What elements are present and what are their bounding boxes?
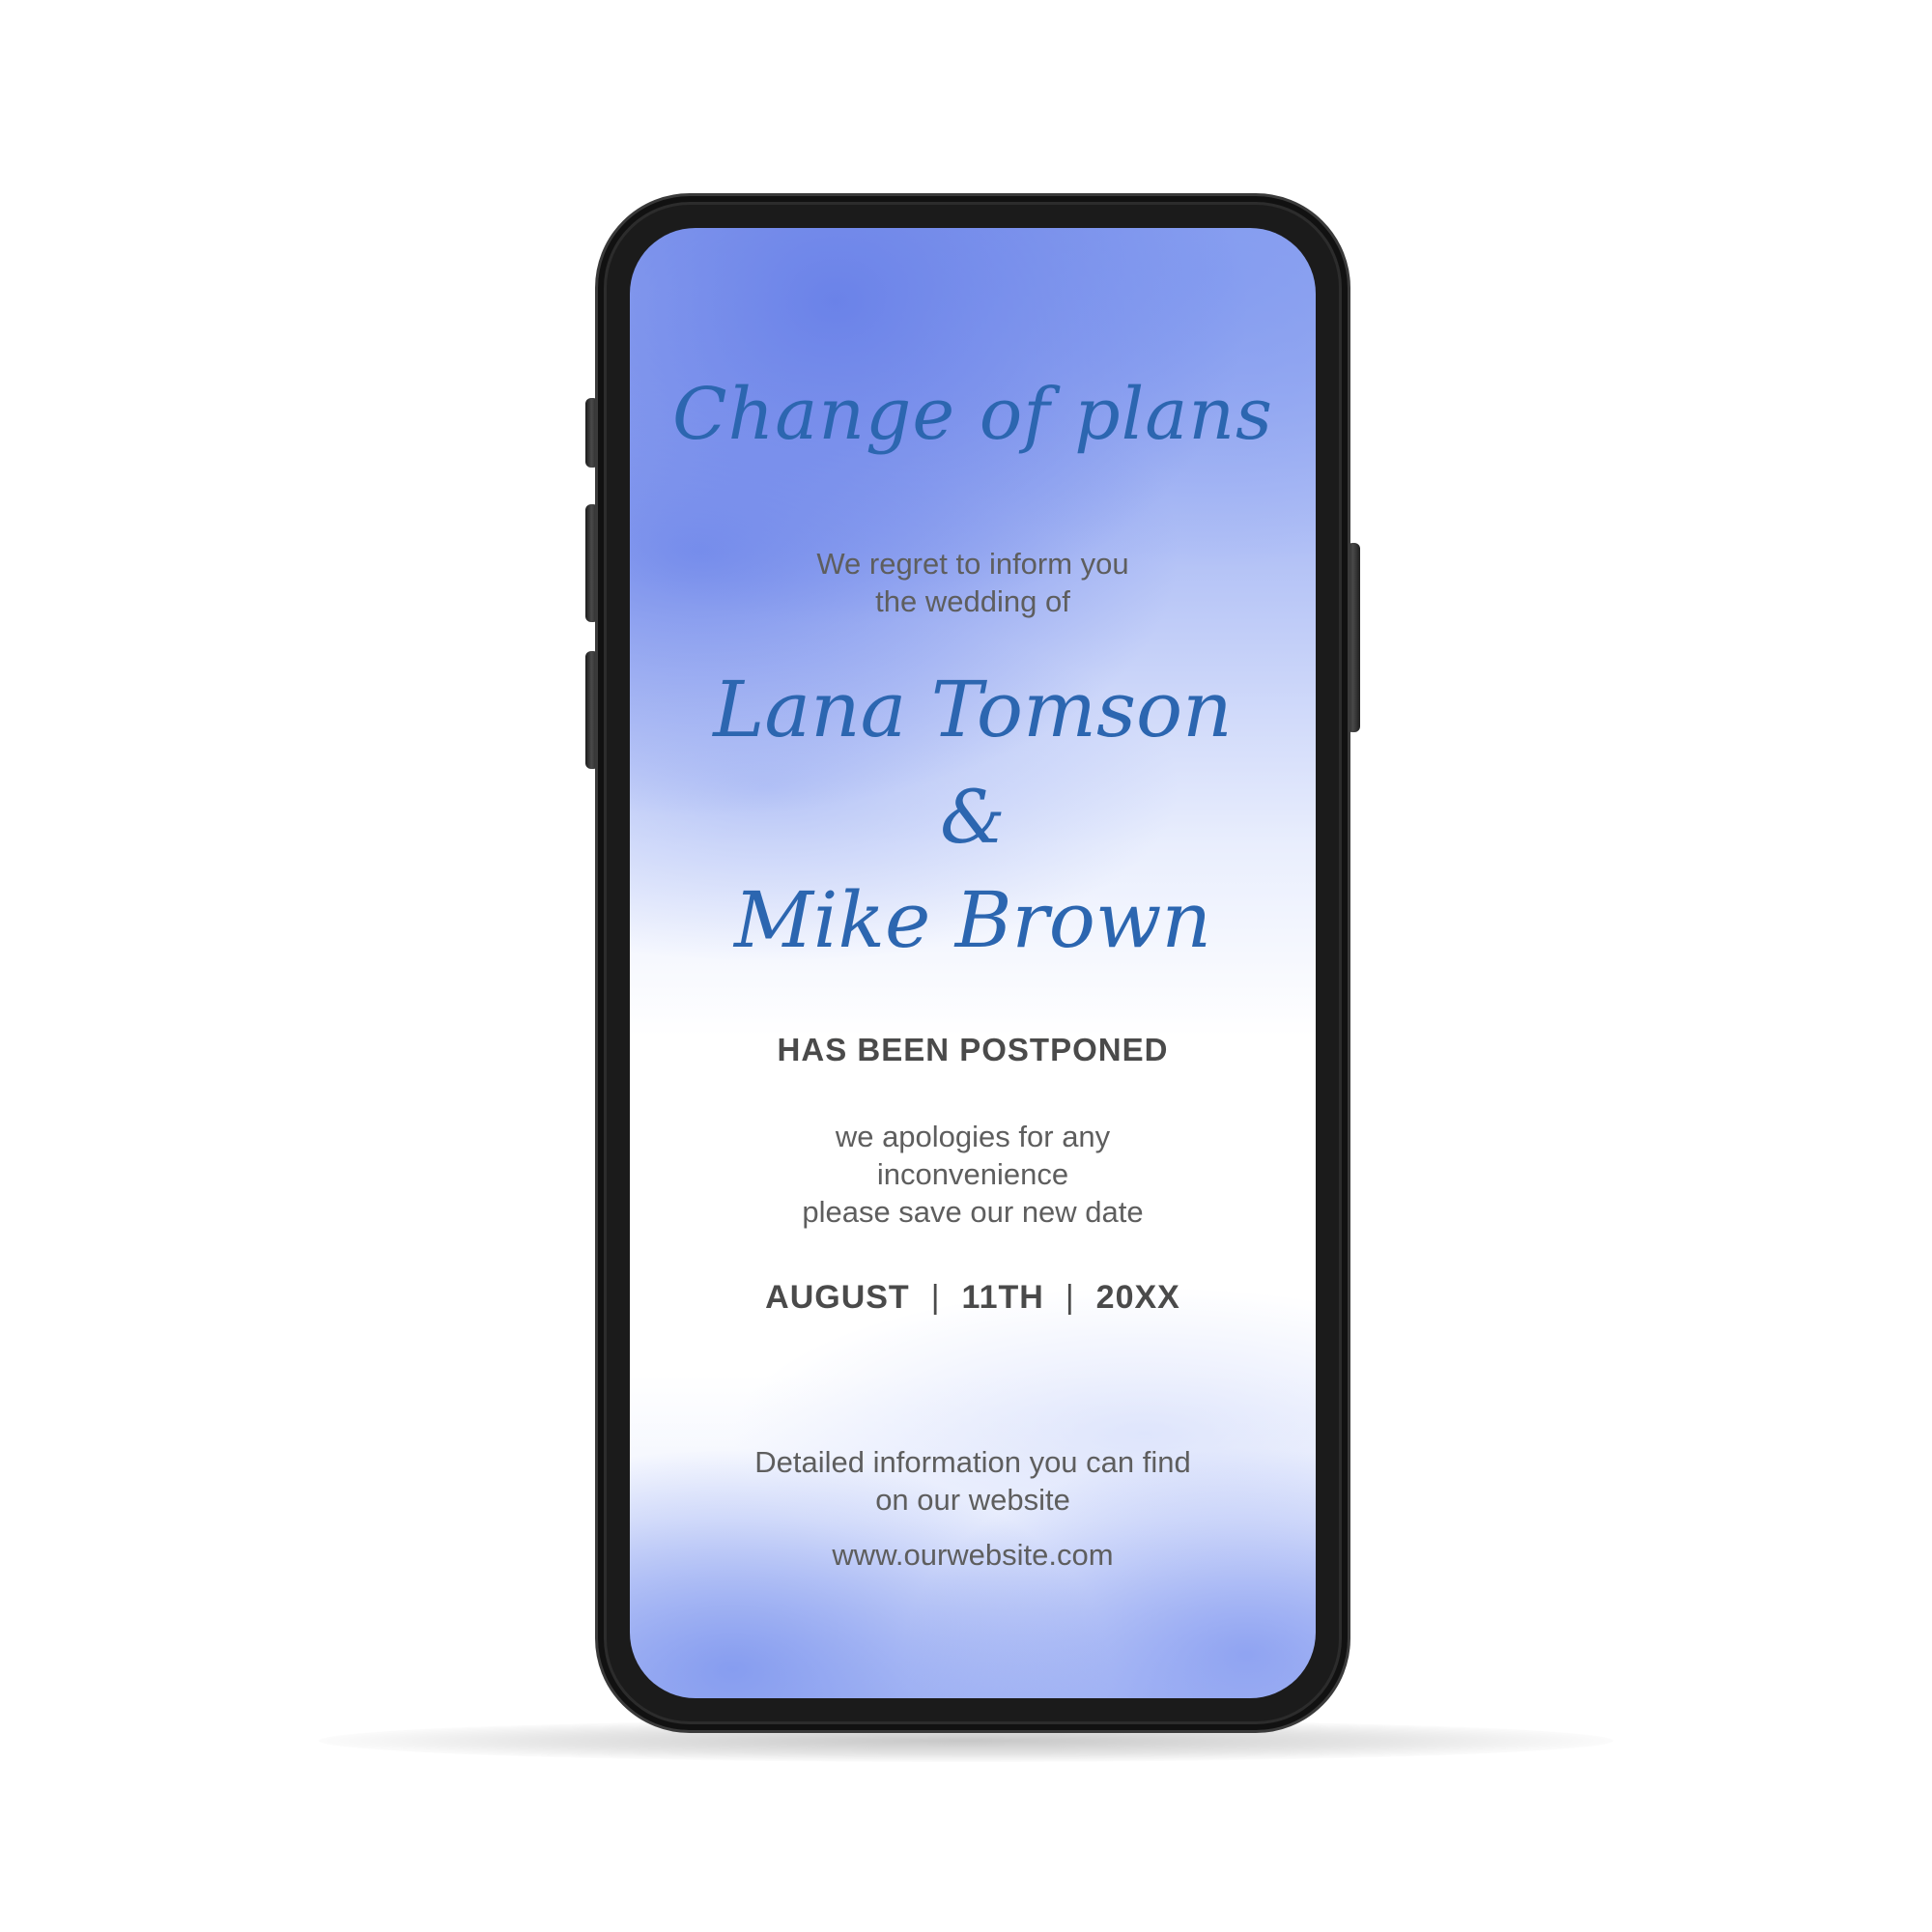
- apology-line-2: inconvenience: [876, 1157, 1069, 1191]
- groom-name: Mike Brown: [734, 875, 1211, 965]
- invitation-card: Change of plans We regret to inform you …: [630, 228, 1316, 1698]
- apology-message: we apologies for any inconvenience pleas…: [630, 1118, 1316, 1231]
- date-separator: |: [1065, 1279, 1075, 1316]
- date-separator: |: [930, 1279, 941, 1316]
- regret-line-1: We regret to inform you: [816, 547, 1129, 581]
- new-date: AUGUST | 11TH | 20XX: [630, 1279, 1316, 1317]
- details-message: Detailed information you can find on our…: [630, 1443, 1316, 1519]
- regret-line-2: the wedding of: [875, 584, 1070, 618]
- invitation-title: Change of plans: [672, 373, 1273, 456]
- phone-frame: Change of plans We regret to inform you …: [595, 193, 1350, 1733]
- details-line-1: Detailed information you can find: [754, 1445, 1191, 1479]
- details-line-2: on our website: [875, 1483, 1070, 1517]
- apology-line-1: we apologies for any: [835, 1120, 1111, 1153]
- date-day: 11TH: [961, 1279, 1044, 1316]
- phone-screen: Change of plans We regret to inform you …: [630, 228, 1316, 1698]
- ampersand: &: [940, 774, 1006, 860]
- date-month: AUGUST: [765, 1279, 910, 1316]
- date-year: 20XX: [1095, 1279, 1180, 1316]
- bride-name: Lana Tomson: [713, 665, 1233, 754]
- website-link[interactable]: www.ourwebsite.com: [630, 1536, 1316, 1574]
- regret-message: We regret to inform you the wedding of: [630, 545, 1316, 620]
- apology-line-3: please save our new date: [802, 1195, 1144, 1229]
- postponed-heading: HAS BEEN POSTPONED: [777, 1032, 1169, 1067]
